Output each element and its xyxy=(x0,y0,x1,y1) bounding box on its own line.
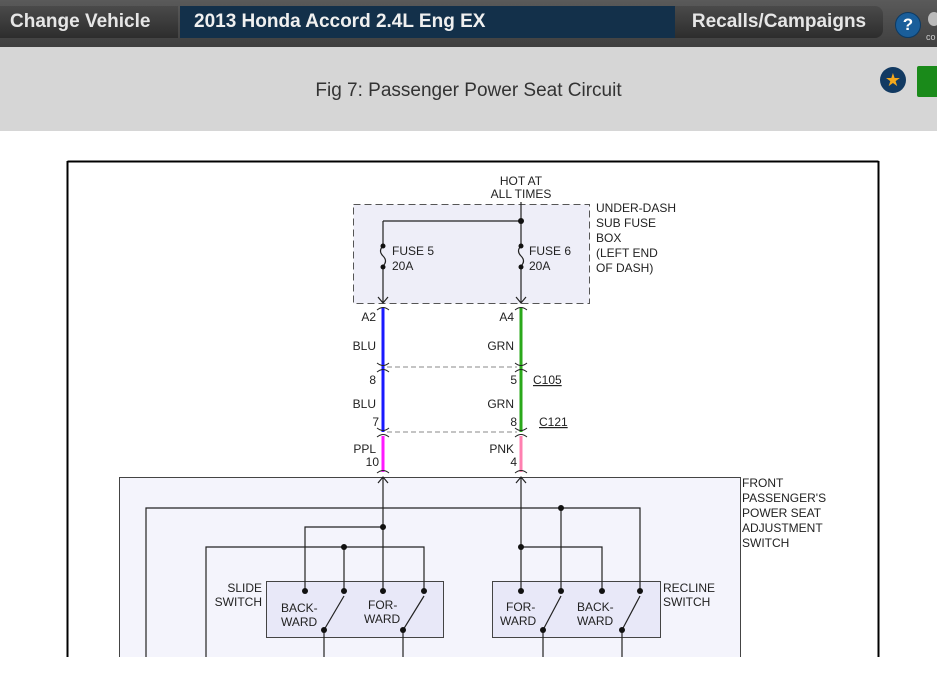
diagram-label: POWER SEAT xyxy=(742,506,822,520)
diagram-label: UNDER-DASH xyxy=(596,201,676,215)
diagram-line xyxy=(518,588,524,594)
diagram-label: OF DASH) xyxy=(596,261,653,275)
diagram-label: SWITCH xyxy=(742,536,789,550)
diagram-label: SUB FUSE xyxy=(596,216,656,230)
diagram-line xyxy=(518,218,524,224)
connector-c121: C121 xyxy=(539,415,568,429)
diagram-label: BACK- xyxy=(577,600,614,614)
diagram-line xyxy=(0,657,937,679)
diagram-label: WARD xyxy=(500,614,537,628)
diagram-label: BLU xyxy=(353,339,376,353)
diagram-label: 10 xyxy=(366,455,380,469)
diagram-label: PNK xyxy=(489,442,514,456)
diagram-label: 20A xyxy=(529,259,550,273)
wiring-diagram: HOT AT ALL TIMES UNDER-DASH SUB FUSE BOX… xyxy=(0,131,937,679)
diagram-line xyxy=(637,588,643,594)
power-seat-switch xyxy=(119,477,741,668)
diagram-label: PASSENGER'S xyxy=(742,491,826,505)
diagram-label: BACK- xyxy=(281,601,318,615)
diagram-line xyxy=(599,588,605,594)
diagram-label: 4 xyxy=(510,455,517,469)
diagram-label: FUSE 5 xyxy=(392,244,434,258)
diagram-line xyxy=(400,627,406,633)
diagram-label: BLU xyxy=(353,397,376,411)
diagram-line xyxy=(380,524,386,530)
diagram-label: (LEFT END xyxy=(596,246,658,260)
diagram-label: SWITCH xyxy=(215,595,262,609)
diagram-label: 7 xyxy=(372,415,379,429)
diagram-label: GRN xyxy=(487,397,514,411)
diagram-label: GRN xyxy=(487,339,514,353)
diagram-label: FOR- xyxy=(506,600,535,614)
diagram-line xyxy=(341,588,347,594)
diagram-label: WARD xyxy=(281,615,318,629)
diagram-label: SLIDE xyxy=(227,581,262,595)
diagram-label: SWITCH xyxy=(663,595,710,609)
diagram-line xyxy=(540,627,546,633)
diagram-line xyxy=(421,588,427,594)
diagram-label: 5 xyxy=(510,373,517,387)
diagram-label: RECLINE xyxy=(663,581,715,595)
diagram-label: FUSE 6 xyxy=(529,244,571,258)
diagram-label: ADJUSTMENT xyxy=(742,521,823,535)
diagram-line xyxy=(558,505,564,511)
diagram-label: WARD xyxy=(577,614,614,628)
diagram-line xyxy=(321,627,327,633)
diagram-label: A2 xyxy=(361,310,376,324)
diagram-label: BOX xyxy=(596,231,621,245)
diagram-line xyxy=(619,627,625,633)
diagram-label: 8 xyxy=(369,373,376,387)
diagram-line xyxy=(518,264,524,270)
diagram-label: FRONT xyxy=(742,476,784,490)
diagram-label: PPL xyxy=(353,442,376,456)
diagram-line xyxy=(558,588,564,594)
connector-c105: C105 xyxy=(533,373,562,387)
diagram-label: 8 xyxy=(510,415,517,429)
diagram-line xyxy=(341,544,347,550)
diagram-line xyxy=(380,264,386,270)
diagram-label: HOT AT xyxy=(500,174,543,188)
diagram-label: A4 xyxy=(499,310,514,324)
diagram-line xyxy=(518,544,524,550)
diagram-label: ALL TIMES xyxy=(491,187,552,201)
diagram-line xyxy=(380,588,386,594)
diagram-label: 20A xyxy=(392,259,413,273)
diagram-label: FOR- xyxy=(368,598,397,612)
diagram-line xyxy=(518,243,524,249)
diagram-line xyxy=(380,243,386,249)
diagram-line xyxy=(302,588,308,594)
diagram-label: WARD xyxy=(364,612,401,626)
